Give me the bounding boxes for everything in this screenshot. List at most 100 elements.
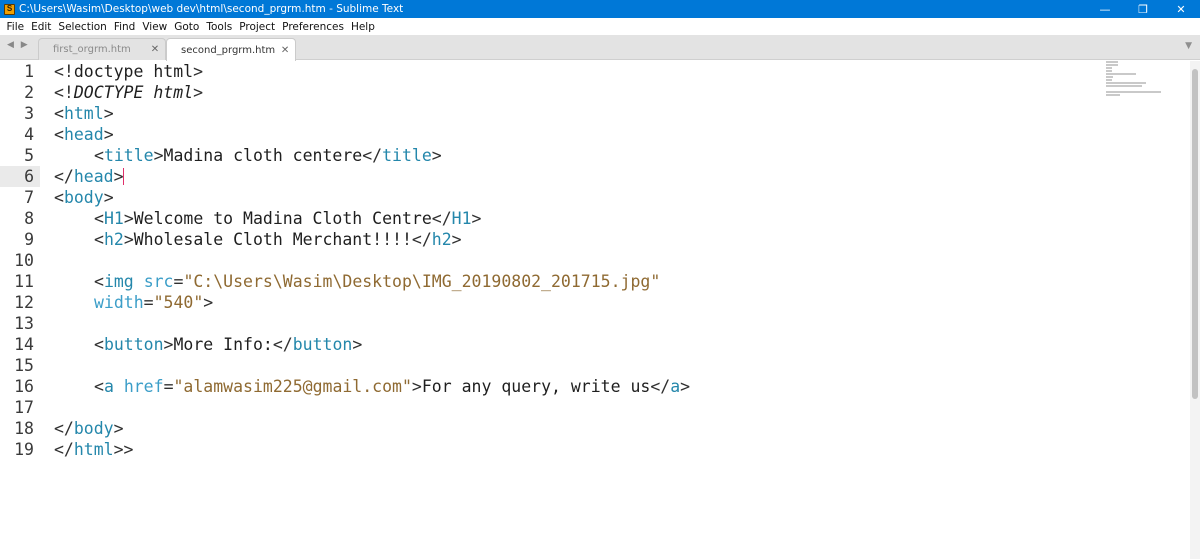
code-token: doctype bbox=[73, 62, 144, 81]
code-token: = bbox=[163, 377, 174, 396]
minimap[interactable] bbox=[1106, 61, 1184, 101]
line-number: 1 bbox=[24, 62, 34, 81]
line-number: 2 bbox=[24, 83, 34, 102]
code-token: > bbox=[411, 377, 422, 396]
code-token: </ bbox=[54, 419, 74, 438]
code-token: > bbox=[451, 230, 462, 249]
code-token: </ bbox=[431, 209, 452, 228]
code-token: > bbox=[163, 335, 174, 354]
line-number: 15 bbox=[14, 356, 34, 375]
code-token: > bbox=[471, 209, 482, 228]
code-line: <a href="alamwasim225@gmail.com">For any… bbox=[54, 376, 690, 397]
code-token: = bbox=[173, 272, 184, 291]
line-number: 4 bbox=[24, 125, 34, 144]
code-line: <!DOCTYPE html> bbox=[54, 82, 690, 103]
code-token: title bbox=[103, 146, 154, 165]
code-token: For any query, write us bbox=[421, 377, 651, 396]
line-number: 5 bbox=[24, 146, 34, 165]
menu-tools[interactable]: Tools bbox=[203, 21, 236, 33]
line-number: 6 bbox=[24, 167, 34, 186]
code-token: html bbox=[73, 440, 114, 459]
code-token: h2 bbox=[103, 230, 124, 249]
menu-goto[interactable]: Goto bbox=[171, 21, 203, 33]
code-token: < bbox=[94, 230, 104, 249]
code-token: </ bbox=[362, 146, 383, 165]
line-number-gutter: 1 2 3 4 5 6 7 8 9 10 11 12 13 14 15 16 17 18 19 bbox=[0, 61, 40, 460]
tab-second-prgrm[interactable]: second_prgrm.htm ✕ bbox=[166, 38, 296, 61]
code-line: <title>Madina cloth centere</title> bbox=[54, 145, 690, 166]
tab-close-icon[interactable]: ✕ bbox=[145, 44, 165, 55]
code-token: head bbox=[73, 167, 114, 186]
scrollbar-thumb[interactable] bbox=[1192, 69, 1198, 399]
code-token: head bbox=[63, 125, 104, 144]
line-number: 13 bbox=[14, 314, 34, 333]
code-token: > bbox=[193, 62, 204, 81]
code-token: > bbox=[103, 125, 114, 144]
code-token: "alamwasim225@gmail.com" bbox=[173, 377, 412, 396]
code-token: body bbox=[63, 188, 104, 207]
code-token: href bbox=[123, 377, 164, 396]
line-number: 10 bbox=[14, 251, 34, 270]
code-token: button bbox=[292, 335, 353, 354]
tab-first-orgrm[interactable]: first_orgrm.htm ✕ bbox=[38, 38, 166, 60]
menu-find[interactable]: Find bbox=[110, 21, 139, 33]
line-number: 18 bbox=[14, 419, 34, 438]
minimize-button[interactable]: — bbox=[1086, 0, 1124, 18]
menu-preferences[interactable]: Preferences bbox=[279, 21, 348, 33]
line-number: 9 bbox=[24, 230, 34, 249]
code-token: html bbox=[143, 62, 194, 81]
code-token: > bbox=[103, 188, 114, 207]
code-token: </ bbox=[54, 167, 74, 186]
code-token: > bbox=[352, 335, 363, 354]
code-token: > bbox=[123, 209, 134, 228]
code-line: <html> bbox=[54, 103, 690, 124]
code-line: <button>More Info:</button> bbox=[54, 334, 690, 355]
code-token: a bbox=[670, 377, 681, 396]
menu-edit[interactable]: Edit bbox=[28, 21, 55, 33]
tab-nav-arrows-icon[interactable]: ◀ ▶ bbox=[7, 40, 30, 50]
code-editor[interactable]: 1 2 3 4 5 6 7 8 9 10 11 12 13 14 15 16 17 18 19 <!doctype … bbox=[0, 61, 1190, 559]
tab-close-icon[interactable]: ✕ bbox=[275, 45, 295, 56]
menu-view[interactable]: View bbox=[139, 21, 171, 33]
code-token: a bbox=[103, 377, 114, 396]
line-number: 8 bbox=[24, 209, 34, 228]
code-token: </ bbox=[272, 335, 293, 354]
line-number: 12 bbox=[14, 293, 34, 312]
code-token: title bbox=[382, 146, 432, 165]
code-token: > bbox=[203, 293, 214, 312]
code-token: body bbox=[73, 419, 114, 438]
code-token: Welcome to Madina Cloth Centre bbox=[133, 209, 432, 228]
code-token: > bbox=[123, 230, 134, 249]
tab-dropdown-icon[interactable]: ▼ bbox=[1185, 41, 1192, 51]
code-token: </ bbox=[650, 377, 671, 396]
code-token: H1 bbox=[103, 209, 124, 228]
code-line: <h2>Wholesale Cloth Merchant!!!!</h2> bbox=[54, 229, 690, 250]
code-token: </ bbox=[411, 230, 432, 249]
code-token: > bbox=[113, 419, 124, 438]
code-token: src bbox=[143, 272, 174, 291]
code-token: button bbox=[103, 335, 164, 354]
code-line-current: </head> bbox=[54, 166, 690, 187]
menu-file[interactable]: File bbox=[3, 21, 28, 33]
menu-help[interactable]: Help bbox=[347, 21, 378, 33]
line-number: 3 bbox=[24, 104, 34, 123]
code-token: < bbox=[54, 188, 64, 207]
code-line: </body> bbox=[54, 418, 690, 439]
menu-selection[interactable]: Selection bbox=[55, 21, 110, 33]
code-token: <! bbox=[54, 83, 74, 102]
maximize-button[interactable]: ❐ bbox=[1124, 0, 1162, 18]
text-cursor bbox=[123, 168, 124, 185]
code-token: < bbox=[94, 377, 104, 396]
code-line: <head> bbox=[54, 124, 690, 145]
menu-project[interactable]: Project bbox=[236, 21, 279, 33]
close-button[interactable]: ✕ bbox=[1162, 0, 1200, 18]
code-area[interactable]: <!doctype html> <!DOCTYPE html> <html> <… bbox=[54, 61, 690, 460]
code-token: = bbox=[143, 293, 154, 312]
code-line: <body> bbox=[54, 187, 690, 208]
tab-bar: ◀ ▶ first_orgrm.htm ✕ second_prgrm.htm ✕… bbox=[0, 35, 1200, 61]
vertical-scrollbar[interactable] bbox=[1190, 61, 1200, 559]
code-token: <! bbox=[54, 62, 74, 81]
line-number: 17 bbox=[14, 398, 34, 417]
